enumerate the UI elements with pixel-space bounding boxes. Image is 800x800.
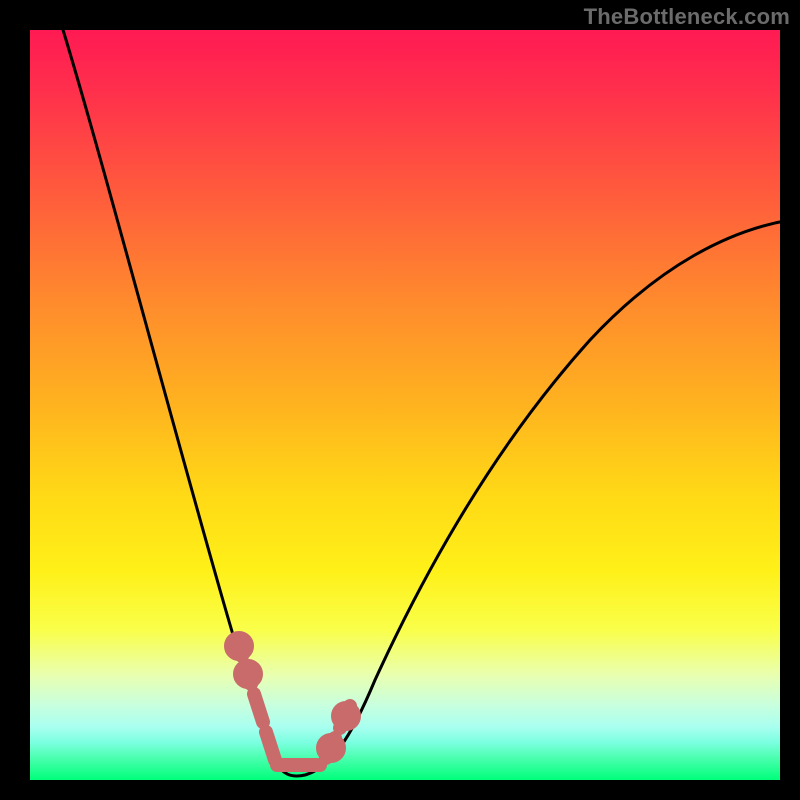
curve-layer: [30, 30, 780, 780]
highlighted-segment-group: [231, 638, 354, 765]
plot-area: [30, 30, 780, 780]
chart-frame: TheBottleneck.com: [0, 0, 800, 800]
watermark-text: TheBottleneck.com: [584, 4, 790, 30]
bottleneck-curve: [60, 20, 790, 776]
